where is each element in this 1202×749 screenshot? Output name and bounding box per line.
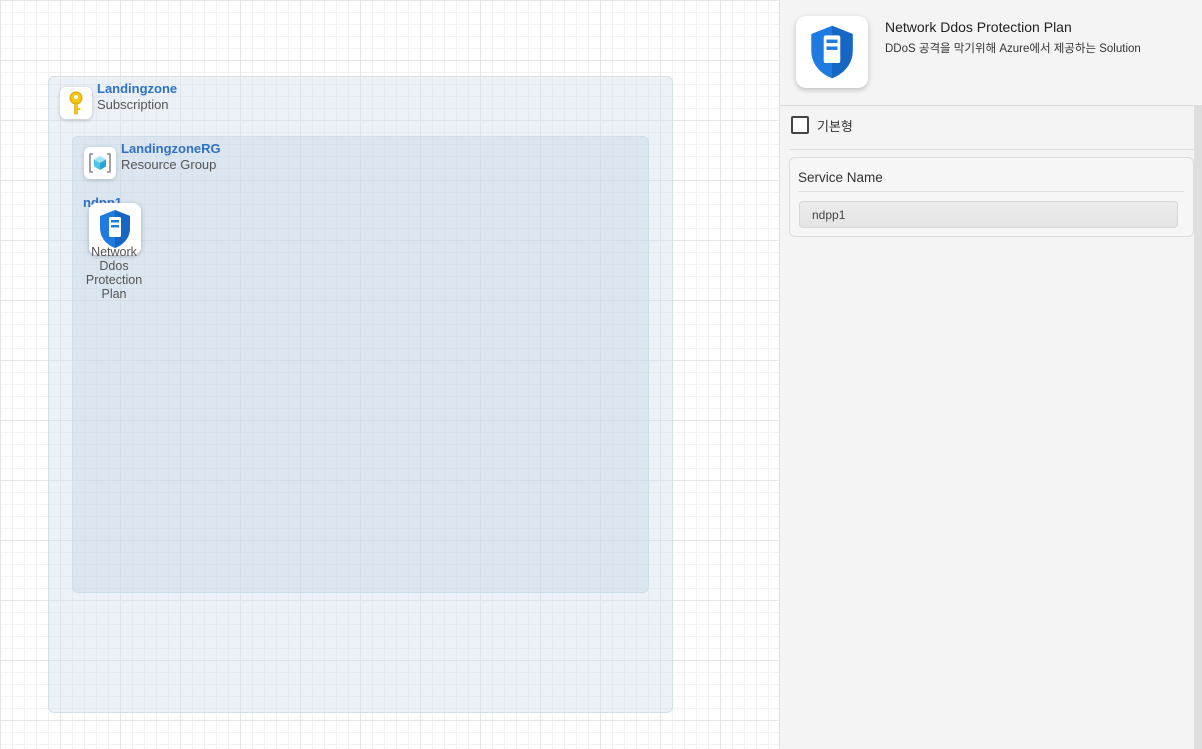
resource-group-title[interactable]: LandingzoneRG — [121, 141, 221, 156]
diagram-canvas[interactable]: Landingzone Subscription LandingzoneRG R… — [0, 0, 779, 749]
divider — [798, 191, 1184, 192]
panel-description: DDoS 공격을 막기위해 Azure에서 제공하는 Solution — [885, 43, 1141, 55]
resource-caption-line: Plan — [101, 287, 127, 301]
shield-icon — [796, 16, 868, 88]
divider — [789, 149, 1194, 150]
properties-panel: Network Ddos Protection Plan DDoS 공격을 막기… — [779, 0, 1202, 749]
resource-caption-line: Network — [91, 245, 137, 259]
basic-tier-checkbox-row[interactable]: 기본형 — [791, 114, 853, 136]
resource-caption-line: Protection — [85, 273, 143, 287]
resource-group-icon[interactable] — [84, 147, 116, 179]
panel-header: Network Ddos Protection Plan DDoS 공격을 막기… — [780, 0, 1202, 106]
basic-tier-checkbox[interactable] — [791, 116, 809, 134]
panel-scrollbar[interactable] — [1194, 106, 1202, 749]
service-name-input[interactable]: ndpp1 — [799, 201, 1178, 228]
service-name-card: Service Name ndpp1 — [789, 157, 1194, 237]
subscription-subtitle: Subscription — [97, 97, 169, 112]
panel-title: Network Ddos Protection Plan — [885, 19, 1072, 35]
resource-group-container[interactable] — [72, 136, 649, 593]
resource-group-subtitle: Resource Group — [121, 157, 217, 172]
subscription-title[interactable]: Landingzone — [97, 81, 177, 96]
resource-caption: Network Ddos Protection Plan — [74, 245, 154, 301]
resource-caption-line: Ddos — [99, 259, 129, 273]
service-name-label: Service Name — [798, 170, 883, 185]
key-icon[interactable] — [60, 87, 92, 119]
basic-tier-label: 기본형 — [817, 118, 853, 134]
